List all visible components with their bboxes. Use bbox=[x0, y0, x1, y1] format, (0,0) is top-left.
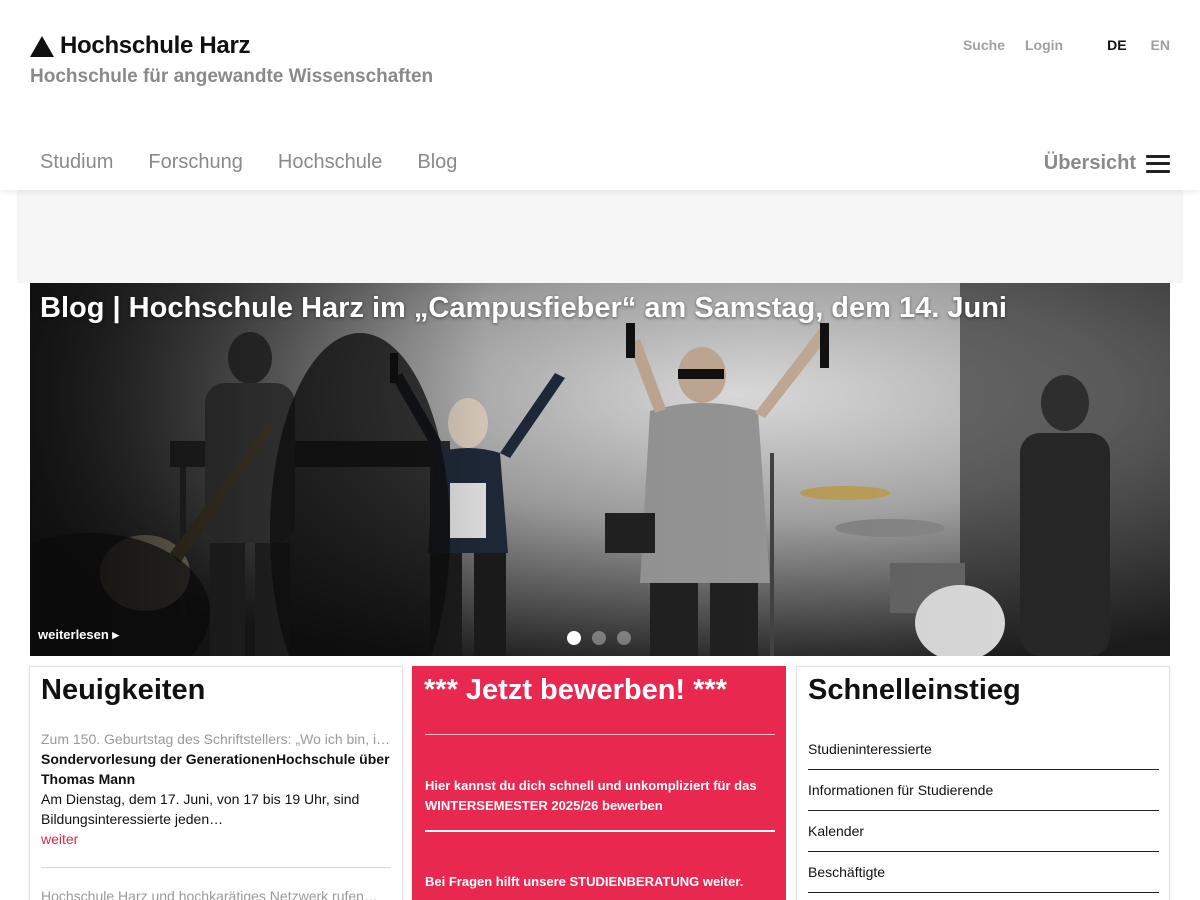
overview-button[interactable]: Übersicht bbox=[1044, 152, 1170, 175]
nav-hochschule[interactable]: Hochschule bbox=[278, 151, 383, 174]
quick-link-prospective[interactable]: Studieninteressierte bbox=[808, 741, 932, 757]
search-link[interactable]: Suche bbox=[963, 37, 1005, 53]
overview-label: Übersicht bbox=[1043, 152, 1136, 174]
news-divider bbox=[41, 867, 391, 868]
quick-item[interactable]: Studieninteressierte bbox=[808, 729, 1159, 770]
apply-card[interactable]: *** Jetzt bewerben! *** Hier kannst du d… bbox=[412, 666, 786, 900]
read-more-link[interactable]: weiterlesen ▸ bbox=[38, 627, 119, 643]
hamburger-menu-icon[interactable] bbox=[1146, 154, 1170, 173]
apply-divider bbox=[425, 734, 775, 735]
utility-nav: Suche Login DE EN bbox=[943, 37, 1170, 53]
quick-item[interactable]: Beschäftigte bbox=[808, 852, 1159, 893]
logo-triangle-icon bbox=[30, 35, 54, 57]
apply-title: *** Jetzt bewerben! *** bbox=[424, 674, 727, 706]
slider-dots bbox=[567, 631, 631, 645]
login-link[interactable]: Login bbox=[1025, 37, 1063, 53]
logo[interactable]: Hochschule Harz bbox=[30, 32, 251, 60]
nav-forschung[interactable]: Forschung bbox=[148, 151, 243, 174]
lang-de[interactable]: DE bbox=[1107, 37, 1126, 53]
logo-text: Hochschule Harz bbox=[60, 32, 251, 59]
advice-text[interactable]: Bei Fragen hilft unsere STUDIENBERATUNG … bbox=[425, 872, 775, 892]
lang-en[interactable]: EN bbox=[1151, 37, 1170, 53]
news-teaser: Zum 150. Geburtstag des Schriftstellers:… bbox=[41, 731, 391, 747]
news-teaser: Hochschule Harz und hochkarätiges Netzwe… bbox=[41, 888, 378, 900]
main-nav: Studium Forschung Hochschule Blog bbox=[40, 151, 457, 174]
tagline: Hochschule für angewandte Wissenschaften bbox=[30, 66, 434, 87]
quick-link-students[interactable]: Informationen für Studierende bbox=[808, 782, 993, 798]
hero-image bbox=[30, 283, 1170, 656]
quick-access-card: Schnelleinstieg Studieninteressierte Inf… bbox=[796, 666, 1170, 900]
nav-blog[interactable]: Blog bbox=[417, 151, 457, 174]
site-header: Hochschule Harz Hochschule für angewandt… bbox=[0, 0, 1200, 190]
quick-title: Schnelleinstieg bbox=[808, 674, 1021, 706]
news-card: Neuigkeiten Zum 150. Geburtstag des Schr… bbox=[29, 666, 403, 900]
news-more-link[interactable]: weiter bbox=[41, 831, 78, 847]
quick-link-calendar[interactable]: Kalender bbox=[808, 823, 864, 839]
quick-item[interactable]: Kalender bbox=[808, 811, 1159, 852]
page: Hochschule Harz Hochschule für angewandt… bbox=[0, 0, 1200, 900]
gray-band bbox=[17, 190, 1183, 283]
news-body: Am Dienstag, dem 17. Juni, von 17 bis 19… bbox=[41, 791, 360, 827]
slider-dot-3[interactable] bbox=[617, 631, 631, 645]
apply-text[interactable]: Hier kannst du dich schnell und unkompli… bbox=[425, 776, 775, 816]
apply-divider bbox=[425, 830, 775, 832]
slider-dot-2[interactable] bbox=[592, 631, 606, 645]
news-headline[interactable]: Sondervorlesung der GenerationenHochschu… bbox=[41, 749, 391, 789]
news-item[interactable]: Zum 150. Geburtstag des Schriftstellers:… bbox=[41, 729, 391, 849]
nav-studium[interactable]: Studium bbox=[40, 151, 113, 174]
slider-dot-1[interactable] bbox=[567, 631, 581, 645]
news-item[interactable]: Hochschule Harz und hochkarätiges Netzwe… bbox=[41, 886, 391, 900]
quick-link-staff[interactable]: Beschäftigte bbox=[808, 864, 885, 880]
hero-title[interactable]: Blog | Hochschule Harz im „Campusfieber“… bbox=[40, 292, 1007, 325]
hero-slider: Blog | Hochschule Harz im „Campusfieber“… bbox=[30, 283, 1170, 656]
language-switch: DE EN bbox=[1087, 37, 1170, 53]
news-title: Neuigkeiten bbox=[41, 674, 206, 706]
quick-item[interactable]: Informationen für Studierende bbox=[808, 770, 1159, 811]
quick-list: Studieninteressierte Informationen für S… bbox=[808, 729, 1159, 893]
